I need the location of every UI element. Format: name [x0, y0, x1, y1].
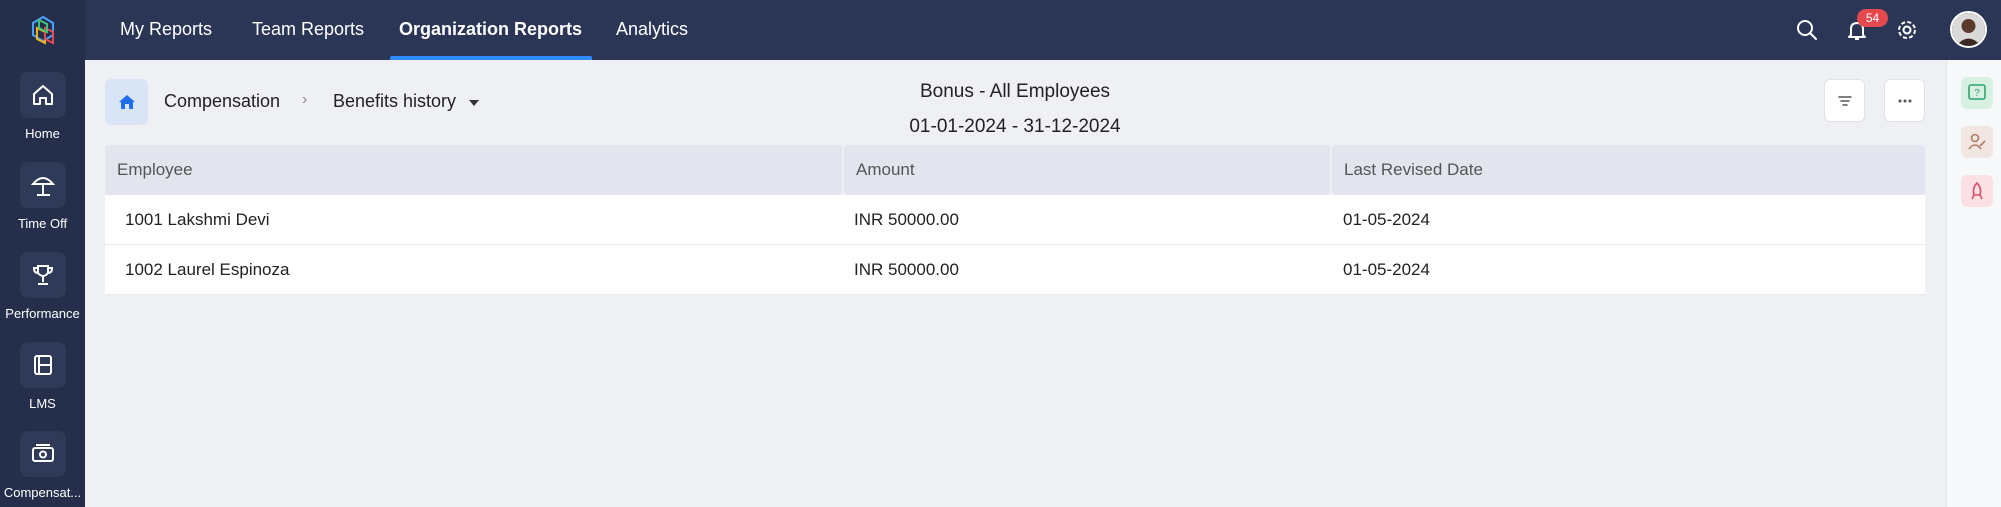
- date-range: 01-01-2024 - 31-12-2024: [909, 116, 1121, 137]
- home-icon: [118, 95, 135, 109]
- cell-last-revised-date: 01-05-2024: [1343, 210, 1430, 229]
- sidebar-item-compensation[interactable]: Compensat...: [0, 431, 85, 500]
- sidebar-item-label: Home: [25, 126, 60, 141]
- more-options-button[interactable]: [1884, 79, 1925, 122]
- breadcrumb-separator: ›: [302, 91, 308, 108]
- page-title: Bonus - All Employees: [919, 81, 1111, 102]
- svg-text:?: ?: [1974, 88, 1980, 99]
- sidebar-item-label: Time Off: [17, 216, 68, 231]
- home-icon: [19, 72, 66, 118]
- column-header-amount[interactable]: Amount: [844, 145, 1330, 195]
- search-icon[interactable]: [1791, 14, 1823, 46]
- more-icon: [1898, 99, 1911, 102]
- cell-last-revised-date: 01-05-2024: [1343, 260, 1430, 279]
- learning-icon: [19, 342, 66, 388]
- sidebar-item-label: LMS: [29, 396, 56, 411]
- sidebar-item-lms[interactable]: LMS: [0, 342, 85, 411]
- sidebar-item-time-off[interactable]: Time Off: [0, 162, 85, 231]
- top-navigation-bar: My Reports Team Reports Organization Rep…: [85, 0, 2001, 60]
- breadcrumb-current[interactable]: Benefits history: [333, 91, 456, 112]
- breadcrumb-section[interactable]: Compensation: [164, 91, 280, 112]
- filter-button[interactable]: [1824, 79, 1865, 122]
- user-edit-icon[interactable]: [1961, 126, 1993, 158]
- app-logo-icon[interactable]: [26, 14, 60, 48]
- tab-my-reports[interactable]: My Reports: [120, 0, 212, 60]
- column-header-employee[interactable]: Employee: [105, 145, 842, 195]
- sidebar-item-label: Performance: [5, 306, 80, 321]
- table-row[interactable]: 1001 Lakshmi Devi INR 50000.00 01-05-202…: [105, 195, 1925, 245]
- compensation-icon: [19, 431, 66, 477]
- beach-umbrella-icon: [19, 162, 66, 208]
- cell-amount: INR 50000.00: [854, 260, 959, 279]
- cell-employee: 1001 Lakshmi Devi: [125, 210, 270, 229]
- help-icon[interactable]: ?: [1961, 77, 1993, 109]
- avatar[interactable]: [1950, 11, 1987, 48]
- sidebar-item-home[interactable]: Home: [0, 72, 85, 141]
- report-table: Employee Amount Last Revised Date 1001 L…: [105, 145, 1925, 295]
- home-button[interactable]: [105, 79, 148, 125]
- right-rail: ?: [1946, 60, 2001, 507]
- filter-icon: [1837, 95, 1852, 106]
- rocket-icon[interactable]: [1961, 175, 1993, 207]
- trophy-icon: [19, 252, 66, 298]
- tab-analytics[interactable]: Analytics: [616, 0, 688, 60]
- column-header-last-revised-date[interactable]: Last Revised Date: [1332, 145, 1925, 195]
- tab-team-reports[interactable]: Team Reports: [252, 0, 364, 60]
- active-tab-indicator: [390, 56, 592, 60]
- table-row[interactable]: 1002 Laurel Espinoza INR 50000.00 01-05-…: [105, 245, 1925, 295]
- gear-icon[interactable]: [1891, 14, 1923, 46]
- cell-amount: INR 50000.00: [854, 210, 959, 229]
- cell-employee: 1002 Laurel Espinoza: [125, 260, 290, 279]
- sidebar-item-label: Compensat...: [3, 485, 82, 500]
- table-header: Employee Amount Last Revised Date: [105, 145, 1925, 195]
- tab-organization-reports[interactable]: Organization Reports: [390, 0, 592, 60]
- left-sidebar: Home Time Off Performance LMS Compensat.…: [0, 0, 85, 507]
- notification-badge: 54: [1857, 9, 1888, 27]
- chevron-down-icon[interactable]: [469, 100, 479, 106]
- tab-label: Organization Reports: [399, 19, 583, 39]
- sidebar-item-performance[interactable]: Performance: [0, 252, 85, 321]
